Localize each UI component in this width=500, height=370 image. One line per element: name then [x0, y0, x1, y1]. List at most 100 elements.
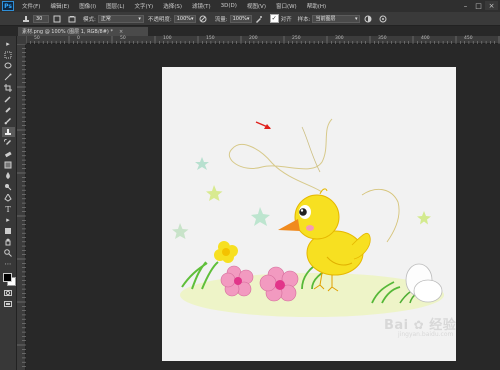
clone-source-icon[interactable]	[67, 14, 76, 23]
move-tool-icon[interactable]: ▸	[2, 39, 15, 49]
quick-mask-icon[interactable]	[2, 288, 15, 298]
menu-view[interactable]: 视图(V)	[242, 2, 271, 10]
color-swatches[interactable]	[2, 272, 16, 286]
menu-window[interactable]: 窗口(W)	[271, 2, 302, 10]
red-arrow	[255, 121, 271, 129]
faint-star	[251, 207, 270, 226]
airbrush-icon[interactable]	[255, 14, 264, 23]
faint-star	[195, 157, 209, 170]
ruler-h-label: 450	[464, 36, 473, 41]
align-checkbox[interactable]: ✓	[269, 14, 279, 23]
horizontal-ruler: 50 0 50 100 150 200 250 300 350 400 450	[26, 36, 500, 44]
history-brush-tool-icon[interactable]	[2, 138, 15, 148]
brush-tool-icon[interactable]	[2, 116, 15, 126]
faint-star	[206, 185, 223, 201]
gradient-tool-icon[interactable]	[2, 160, 15, 170]
brush-size-value: 30	[36, 15, 43, 22]
menu-file[interactable]: 文件(F)	[17, 2, 45, 10]
menu-edit[interactable]: 编辑(E)	[45, 2, 74, 10]
options-bar: 30 模式: 正常 ▾ 不透明度: 100% ▾ 流量: 100% ▾ ✓ 对齐…	[0, 12, 500, 26]
blur-tool-icon[interactable]	[2, 171, 15, 181]
maximize-button[interactable]: □	[472, 1, 485, 10]
ruler-h-label: 300	[335, 36, 344, 41]
brush-size-picker[interactable]: 30	[33, 14, 49, 23]
chevron-down-icon: ▾	[246, 15, 250, 22]
crop-tool-icon[interactable]	[2, 83, 15, 93]
ruler-h-label: 50	[34, 36, 40, 41]
healing-brush-tool-icon[interactable]	[2, 105, 15, 115]
close-tab-icon[interactable]: ×	[119, 29, 123, 35]
hand-tool-icon[interactable]	[2, 237, 15, 247]
vertical-ruler	[17, 44, 26, 370]
window-controls: – □ ×	[459, 1, 498, 10]
opacity-field[interactable]: 100% ▾	[173, 14, 196, 23]
sample-value: 当前图层	[315, 16, 336, 22]
close-button[interactable]: ×	[485, 1, 498, 10]
menu-image[interactable]: 图像(I)	[74, 2, 101, 10]
document-tab[interactable]: 素材.png @ 100% (图层 1, RGB/8#) * ×	[18, 27, 148, 36]
sample-select[interactable]: 当前图层 ▾	[312, 14, 361, 23]
menu-3d[interactable]: 3D(D)	[216, 3, 242, 9]
tools-panel: ▸ T ▸ ⋯	[0, 36, 17, 370]
menu-select[interactable]: 选择(S)	[158, 2, 187, 10]
pressure-size-icon[interactable]	[378, 14, 387, 23]
align-label: 对齐	[280, 16, 292, 23]
ruler-h-label: 200	[249, 36, 258, 41]
chevron-down-icon: ▾	[138, 15, 141, 22]
menu-layer[interactable]: 图层(L)	[101, 2, 129, 10]
mode-select[interactable]: 正常 ▾	[97, 14, 144, 23]
chevron-down-icon: ▾	[354, 15, 358, 22]
shape-tool-icon[interactable]	[2, 226, 15, 236]
ruler-h-label: 350	[378, 36, 387, 41]
pressure-opacity-icon[interactable]	[199, 14, 208, 23]
opacity-label: 不透明度:	[147, 16, 172, 23]
faint-star	[417, 211, 431, 225]
pink-flower	[220, 265, 254, 297]
ruler-h-label: 150	[206, 36, 215, 41]
menu-bar: Ps 文件(F) 编辑(E) 图像(I) 图层(L) 文字(Y) 选择(S) 滤…	[0, 0, 500, 12]
sample-label: 样本:	[297, 16, 311, 23]
paw-icon: ✿	[413, 318, 425, 332]
eraser-tool-icon[interactable]	[2, 149, 15, 159]
ignore-adjustment-layers-icon[interactable]	[363, 14, 372, 23]
menu-help[interactable]: 帮助(H)	[302, 2, 331, 10]
type-tool-icon[interactable]: T	[2, 204, 15, 214]
minimize-button[interactable]: –	[459, 1, 472, 10]
brush-panel-icon[interactable]	[52, 14, 61, 23]
ruler-h-label: 400	[421, 36, 430, 41]
mode-label: 模式:	[83, 16, 96, 23]
dodge-tool-icon[interactable]	[2, 182, 15, 192]
magic-wand-tool-icon[interactable]	[2, 72, 15, 82]
ruler-h-label: 50	[120, 36, 126, 41]
opacity-value: 100%	[176, 15, 192, 22]
more-tools-icon[interactable]: ⋯	[2, 259, 15, 269]
zoom-tool-icon[interactable]	[2, 248, 15, 258]
menu-type[interactable]: 文字(Y)	[130, 2, 159, 10]
marquee-tool-icon[interactable]	[2, 50, 15, 60]
eyedropper-tool-icon[interactable]	[2, 94, 15, 104]
photoshop-logo: Ps	[2, 1, 14, 11]
stamp-tool-icon[interactable]	[21, 14, 30, 23]
pen-tool-icon[interactable]	[2, 193, 15, 203]
chevron-down-icon: ▾	[191, 15, 194, 22]
watermark-url: jingyan.baidu.com	[398, 331, 454, 338]
document-title: 素材.png @ 100% (图层 1, RGB/8#) *	[22, 29, 113, 35]
flow-value: 100%	[232, 15, 247, 22]
clone-stamp-tool-icon[interactable]	[1, 127, 15, 137]
foreground-color-swatch[interactable]	[2, 273, 12, 282]
faint-star	[172, 223, 189, 239]
mode-value: 正常	[100, 16, 111, 22]
menu-filter[interactable]: 滤镜(T)	[187, 2, 216, 10]
flow-label: 流量:	[214, 16, 228, 23]
screen-mode-icon[interactable]	[2, 299, 15, 309]
flow-field[interactable]: 100% ▾	[229, 14, 252, 23]
lasso-tool-icon[interactable]	[2, 61, 15, 71]
decorative-swirl	[229, 118, 333, 193]
ruler-h-label: 0	[77, 36, 80, 41]
ruler-h-label: 100	[163, 36, 172, 41]
yellow-flower	[214, 241, 238, 263]
grass-patch	[180, 273, 444, 317]
decorative-swirl	[301, 126, 321, 173]
path-selection-tool-icon[interactable]: ▸	[2, 215, 15, 225]
ruler-corner	[17, 36, 26, 44]
